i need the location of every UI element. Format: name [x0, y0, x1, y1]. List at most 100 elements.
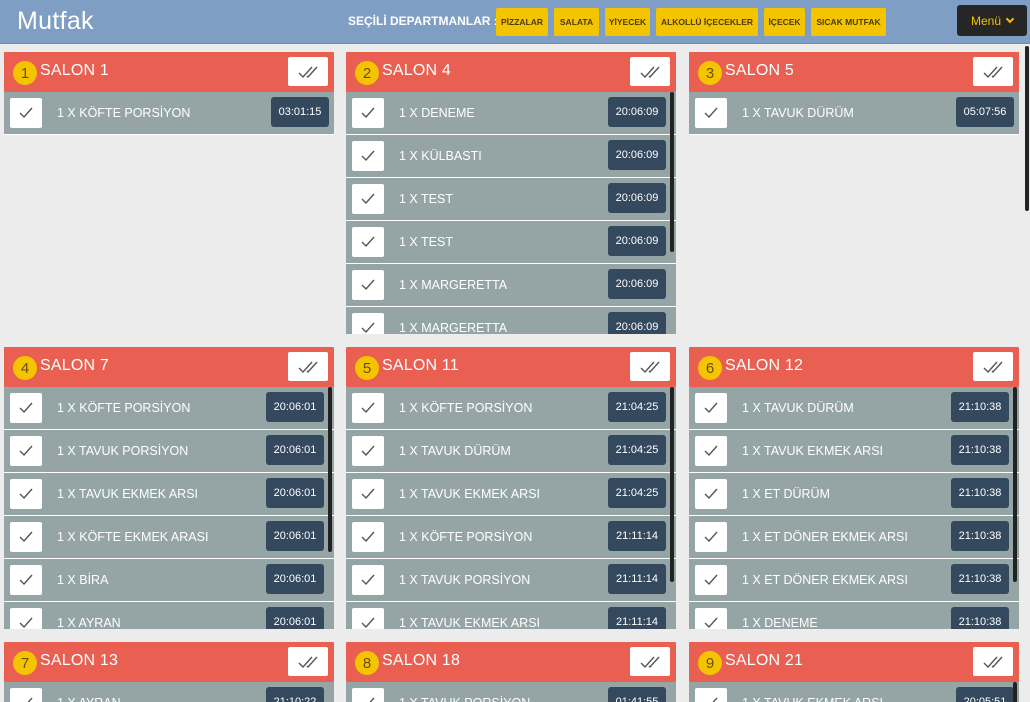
department-chip-yiyecek[interactable]: YİYECEK	[605, 8, 650, 36]
item-time-badge: 05:07:56	[956, 97, 1014, 127]
item-complete-button[interactable]	[695, 393, 727, 423]
double-check-icon	[298, 66, 318, 78]
order-number-badge: 6	[698, 356, 722, 380]
order-item-row: 1 X TAVUK EKMEK ARSI 21:11:14	[346, 602, 676, 629]
complete-all-button[interactable]	[973, 57, 1013, 86]
check-icon	[704, 617, 718, 629]
order-items-list[interactable]: 1 X TAVUK PORSİYON 01:41:55	[346, 682, 676, 702]
double-check-icon	[298, 656, 318, 668]
card-scrollbar[interactable]	[328, 387, 332, 552]
order-items-list[interactable]: 1 X DENEME 20:06:09 1 X KÜLBASTI 20:06:09 1 …	[346, 92, 676, 334]
item-complete-button[interactable]	[352, 479, 384, 509]
order-number-badge: 2	[355, 61, 379, 85]
card-header: 8 SALON 18	[346, 642, 676, 682]
item-name: 1 X TAVUK EKMEK ARSI	[742, 696, 883, 702]
order-item-row: 1 X AYRAN 21:10:22	[4, 682, 334, 702]
order-item-row: 1 X TAVUK EKMEK ARSI 20:05:51	[689, 682, 1019, 702]
card-header: 6 SALON 12	[689, 347, 1019, 387]
department-chip-alkollu-icecekler[interactable]: ALKOLLÜ İÇECEKLER	[656, 8, 758, 36]
item-complete-button[interactable]	[352, 522, 384, 552]
complete-all-button[interactable]	[288, 647, 328, 676]
order-number-badge: 8	[355, 651, 379, 675]
item-complete-button[interactable]	[352, 184, 384, 214]
item-complete-button[interactable]	[695, 608, 727, 629]
item-complete-button[interactable]	[10, 608, 42, 629]
item-complete-button[interactable]	[10, 436, 42, 466]
item-time-badge: 03:01:15	[271, 97, 329, 127]
item-complete-button[interactable]	[352, 608, 384, 629]
check-icon	[704, 531, 718, 543]
top-bar: Mutfak SEÇİLİ DEPARTMANLAR : PİZZALAR SA…	[0, 0, 1030, 44]
menu-button[interactable]: Menü	[957, 5, 1027, 36]
salon-name: SALON 11	[382, 357, 459, 374]
item-complete-button[interactable]	[10, 98, 42, 128]
complete-all-button[interactable]	[630, 57, 670, 86]
order-items-list[interactable]: 1 X TAVUK EKMEK ARSI 20:05:51	[689, 682, 1019, 702]
complete-all-button[interactable]	[630, 352, 670, 381]
complete-all-button[interactable]	[288, 352, 328, 381]
complete-all-button[interactable]	[288, 57, 328, 86]
item-complete-button[interactable]	[695, 565, 727, 595]
complete-all-button[interactable]	[630, 647, 670, 676]
card-header: 1 SALON 1	[4, 52, 334, 92]
order-number-badge: 7	[13, 651, 37, 675]
item-complete-button[interactable]	[352, 393, 384, 423]
item-complete-button[interactable]	[695, 436, 727, 466]
item-name: 1 X TEST	[399, 235, 453, 249]
card-scrollbar[interactable]	[670, 92, 674, 252]
order-items-list[interactable]: 1 X KÖFTE PORSİYON 20:06:01 1 X TAVUK PORS…	[4, 387, 334, 629]
item-complete-button[interactable]	[10, 522, 42, 552]
card-header: 3 SALON 5	[689, 52, 1019, 92]
item-complete-button[interactable]	[695, 688, 727, 702]
department-chip-salata[interactable]: SALATA	[554, 8, 599, 36]
item-time-badge: 20:06:01	[266, 435, 324, 465]
item-complete-button[interactable]	[695, 98, 727, 128]
item-complete-button[interactable]	[352, 436, 384, 466]
item-complete-button[interactable]	[10, 688, 42, 702]
item-complete-button[interactable]	[695, 479, 727, 509]
item-complete-button[interactable]	[352, 98, 384, 128]
check-icon	[361, 193, 375, 205]
check-icon	[704, 402, 718, 414]
item-complete-button[interactable]	[10, 393, 42, 423]
department-chip-sicak-mutfak[interactable]: SICAK MUTFAK	[811, 8, 886, 36]
card-scrollbar[interactable]	[670, 387, 674, 582]
order-item-row: 1 X KÖFTE PORSİYON 20:06:01	[4, 387, 334, 430]
complete-all-button[interactable]	[973, 352, 1013, 381]
salon-name: SALON 4	[382, 62, 451, 79]
item-time-badge: 21:10:38	[951, 478, 1009, 508]
item-complete-button[interactable]	[352, 270, 384, 300]
item-complete-button[interactable]	[695, 522, 727, 552]
department-chip-icecek[interactable]: İÇECEK	[764, 8, 805, 36]
item-complete-button[interactable]	[352, 688, 384, 702]
app-title: Mutfak	[17, 7, 94, 35]
salon-name: SALON 1	[40, 62, 109, 79]
order-items-list[interactable]: 1 X AYRAN 21:10:22	[4, 682, 334, 702]
item-complete-button[interactable]	[352, 313, 384, 334]
order-items-list[interactable]: 1 X TAVUK DÜRÜM 05:07:56	[689, 92, 1019, 135]
menu-label: Menü	[970, 13, 1002, 28]
check-icon	[361, 531, 375, 543]
item-complete-button[interactable]	[352, 227, 384, 257]
order-card: 5 SALON 11 1 X KÖFTE PORSİYON 21:04:25 1 X T…	[346, 347, 676, 629]
department-chip-pizzalar[interactable]: PİZZALAR	[496, 8, 548, 36]
complete-all-button[interactable]	[973, 647, 1013, 676]
item-complete-button[interactable]	[10, 479, 42, 509]
order-item-row: 1 X KÖFTE EKMEK ARASI 20:06:01	[4, 516, 334, 559]
order-item-row: 1 X MARGERETTA 20:06:09	[346, 264, 676, 307]
item-name: 1 X DENEME	[399, 106, 475, 120]
order-card: 2 SALON 4 1 X DENEME 20:06:09 1 X KÜLBASTI 20…	[346, 52, 676, 334]
salon-name: SALON 12	[725, 357, 804, 374]
card-scrollbar[interactable]	[1013, 682, 1017, 702]
order-items-list[interactable]: 1 X KÖFTE PORSİYON 21:04:25 1 X TAVUK DÜRÜ…	[346, 387, 676, 629]
order-items-list[interactable]: 1 X KÖFTE PORSİYON 03:01:15	[4, 92, 334, 135]
item-complete-button[interactable]	[352, 141, 384, 171]
item-time-badge: 21:11:14	[608, 521, 666, 551]
item-complete-button[interactable]	[10, 565, 42, 595]
item-name: 1 X TAVUK EKMEK ARSI	[742, 444, 884, 458]
order-items-list[interactable]: 1 X TAVUK DÜRÜM 21:10:38 1 X TAVUK EKMEK A…	[689, 387, 1019, 629]
page-scrollbar[interactable]	[1025, 46, 1029, 211]
item-complete-button[interactable]	[352, 565, 384, 595]
card-scrollbar[interactable]	[1013, 387, 1017, 582]
item-name: 1 X AYRAN	[57, 696, 121, 702]
